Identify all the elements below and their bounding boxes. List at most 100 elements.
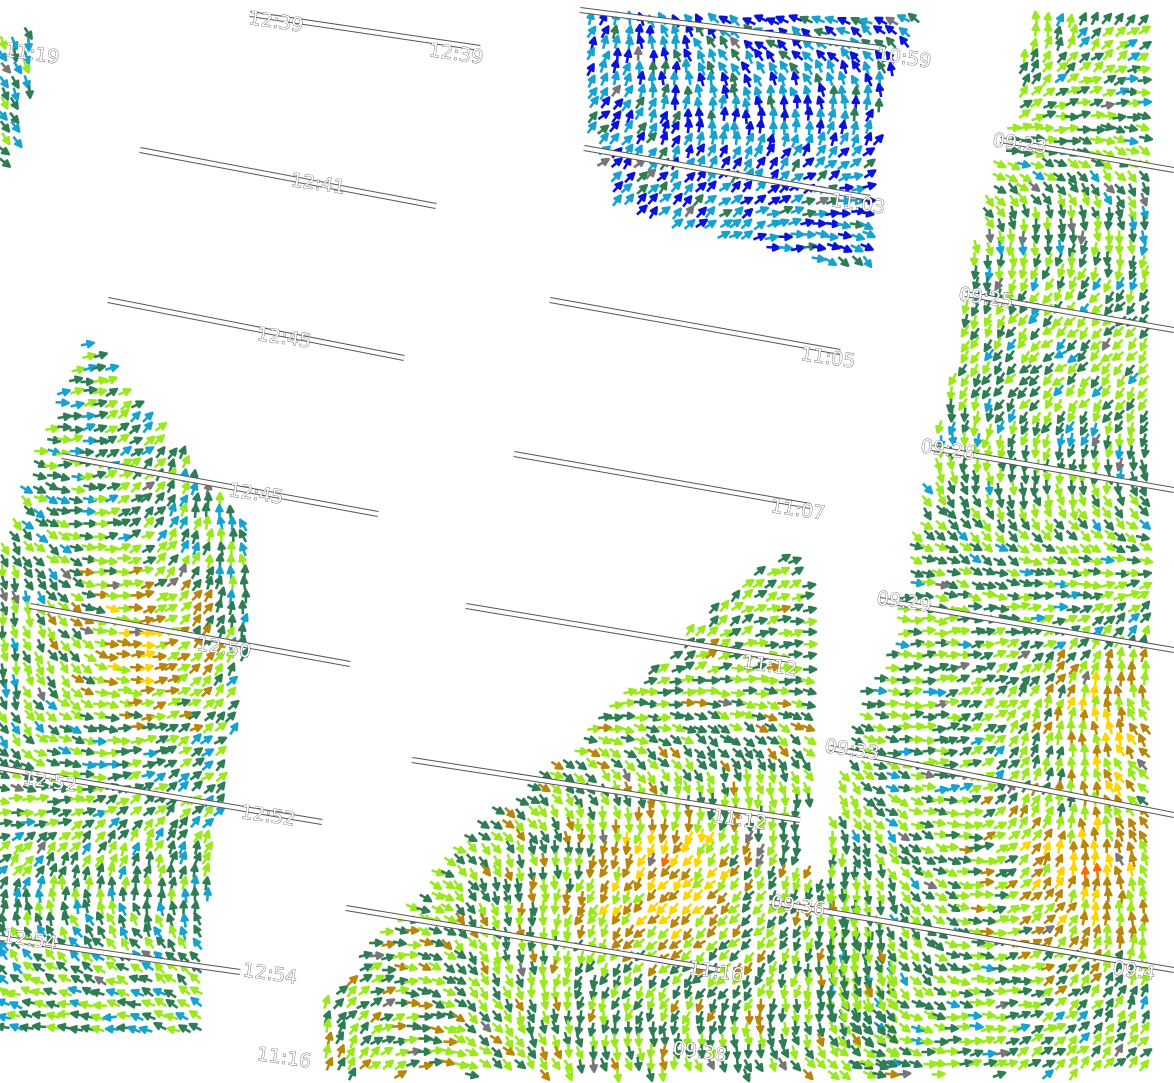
wind-arrow bbox=[706, 889, 720, 900]
wind-arrow bbox=[130, 1013, 144, 1022]
wind-arrow bbox=[529, 948, 538, 963]
wind-arrow bbox=[740, 605, 755, 614]
wind-arrow bbox=[921, 782, 936, 791]
wind-arrow bbox=[934, 529, 946, 541]
wind-arrow bbox=[128, 698, 143, 707]
wind-arrow bbox=[61, 687, 71, 700]
wind-arrow bbox=[1114, 301, 1126, 313]
wind-arrow bbox=[0, 865, 8, 875]
wind-arrow bbox=[190, 747, 203, 758]
wind-arrow bbox=[587, 1008, 596, 1023]
wind-arrow bbox=[180, 579, 192, 592]
wind-arrow bbox=[705, 676, 721, 685]
wind-arrow bbox=[563, 950, 572, 965]
wind-arrow bbox=[945, 950, 961, 960]
wind-arrow bbox=[1092, 1022, 1103, 1035]
wind-arrow bbox=[1080, 432, 1090, 446]
wind-arrow bbox=[94, 688, 110, 697]
wind-arrow bbox=[731, 747, 745, 759]
wind-arrow bbox=[1090, 266, 1099, 282]
wind-arrow bbox=[611, 996, 621, 1010]
wind-arrow bbox=[1053, 384, 1065, 397]
wind-arrow bbox=[49, 875, 59, 890]
wind-arrow bbox=[694, 661, 708, 671]
wind-arrow bbox=[778, 781, 787, 796]
wind-arrow bbox=[92, 773, 107, 782]
wind-arrow bbox=[429, 880, 443, 891]
wind-arrow bbox=[1043, 975, 1055, 987]
wind-arrow bbox=[0, 542, 10, 556]
wind-arrow bbox=[1031, 531, 1043, 543]
wind-arrow bbox=[129, 806, 143, 816]
wind-arrow bbox=[1057, 768, 1066, 783]
wind-arrow bbox=[10, 722, 21, 735]
wind-arrow bbox=[802, 157, 815, 168]
wind-arrow bbox=[851, 725, 865, 735]
wind-arrow bbox=[203, 804, 214, 818]
wind-arrow bbox=[741, 208, 754, 220]
wind-arrow bbox=[418, 1001, 433, 1010]
wind-arrow bbox=[419, 893, 433, 903]
wind-arrow bbox=[468, 985, 479, 999]
wind-arrow bbox=[1009, 719, 1019, 734]
wind-arrow bbox=[647, 34, 656, 50]
wind-arrow bbox=[623, 960, 634, 974]
wind-arrow bbox=[69, 699, 82, 711]
wind-arrow bbox=[920, 902, 933, 913]
wind-arrow bbox=[907, 12, 920, 24]
wind-arrow bbox=[684, 757, 694, 771]
wind-arrow bbox=[529, 1033, 538, 1048]
wind-arrow bbox=[117, 553, 132, 563]
wind-arrow bbox=[1065, 651, 1077, 664]
wind-arrow bbox=[1125, 326, 1137, 338]
wind-arrow bbox=[115, 963, 130, 972]
wind-arrow bbox=[804, 793, 814, 808]
wind-arrow bbox=[634, 713, 649, 722]
wind-arrow bbox=[1102, 1035, 1115, 1047]
wind-arrow bbox=[804, 1008, 813, 1024]
wind-arrow bbox=[897, 948, 909, 961]
wind-arrow bbox=[1029, 385, 1041, 398]
wind-arrow bbox=[70, 387, 84, 396]
wind-arrow bbox=[1028, 351, 1040, 364]
wind-arrow bbox=[1067, 204, 1076, 219]
wind-arrow bbox=[1079, 605, 1093, 614]
wind-arrow bbox=[529, 960, 538, 976]
wind-arrow bbox=[563, 851, 572, 867]
wind-arrow bbox=[790, 770, 800, 785]
wind-arrow bbox=[731, 95, 741, 110]
wind-arrow bbox=[671, 207, 682, 220]
wind-arrow bbox=[1114, 145, 1127, 156]
wind-arrow bbox=[922, 856, 936, 865]
wind-arrow bbox=[1102, 411, 1113, 423]
wind-arrow bbox=[706, 925, 718, 938]
wind-arrow bbox=[756, 119, 765, 134]
wind-arrow bbox=[597, 736, 612, 745]
wind-arrow bbox=[128, 424, 141, 435]
wind-arrow bbox=[959, 386, 969, 400]
wind-arrow bbox=[718, 15, 732, 25]
wind-arrow bbox=[117, 494, 131, 505]
wind-arrow bbox=[886, 650, 901, 659]
wind-arrow bbox=[921, 951, 932, 964]
wind-arrow bbox=[824, 25, 837, 37]
wind-arrow bbox=[873, 796, 886, 807]
wind-arrow bbox=[899, 1036, 914, 1045]
wind-arrow bbox=[464, 1022, 477, 1034]
wind-arrow bbox=[80, 769, 95, 779]
wind-arrow bbox=[13, 898, 23, 914]
wind-arrow bbox=[464, 1048, 479, 1057]
wind-arrow bbox=[1018, 61, 1029, 75]
wind-arrow bbox=[935, 710, 950, 719]
wind-arrow bbox=[780, 120, 789, 136]
wind-arrow bbox=[142, 411, 154, 423]
time-label: 09:29 bbox=[875, 587, 932, 616]
wind-arrow bbox=[203, 589, 213, 603]
wind-arrow bbox=[838, 794, 849, 808]
wind-arrow bbox=[656, 171, 669, 182]
wind-arrow bbox=[732, 146, 741, 160]
wind-arrow bbox=[154, 421, 168, 432]
wind-arrow bbox=[154, 816, 166, 828]
wind-arrow bbox=[586, 890, 596, 904]
wind-arrow bbox=[1137, 504, 1149, 517]
